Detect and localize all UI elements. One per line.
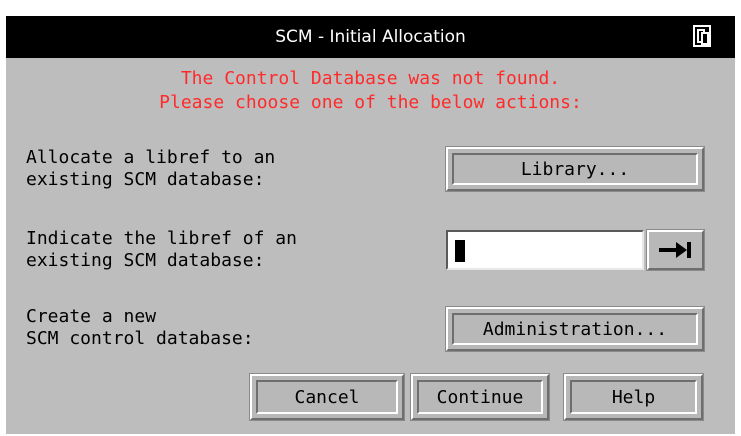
continue-button[interactable]: Continue (410, 373, 550, 421)
window-title: SCM - Initial Allocation (275, 27, 466, 47)
initial-allocation-dialog: SCM - Initial Allocation The Control Dat… (6, 16, 735, 434)
arrow-to-bar-right-icon (658, 242, 691, 258)
indicate-label-line-1: Indicate the libref of an (26, 228, 297, 249)
allocate-label-line-1: Allocate a libref to an (26, 147, 276, 168)
help-button[interactable]: Help (563, 373, 704, 421)
cancel-button[interactable]: Cancel (249, 373, 405, 421)
continue-button-label: Continue (417, 380, 543, 414)
create-label-line-1: Create a new (26, 306, 157, 327)
error-message-line-1: The Control Database was not found. (180, 68, 561, 89)
indicate-label-line-2: existing SCM database: (26, 250, 265, 271)
error-message-line-2: Please choose one of the below actions: (159, 92, 582, 113)
administration-button-label: Administration... (452, 313, 698, 345)
text-cursor (455, 240, 465, 262)
help-button-label: Help (570, 380, 697, 414)
administration-button[interactable]: Administration... (445, 306, 705, 352)
cancel-button-label: Cancel (256, 380, 398, 414)
go-button[interactable] (646, 229, 705, 271)
allocate-label-line-2: existing SCM database: (26, 169, 265, 190)
library-button[interactable]: Library... (445, 146, 705, 192)
create-label-line-2: SCM control database: (26, 328, 254, 349)
title-bar[interactable]: SCM - Initial Allocation (6, 16, 735, 58)
window-menu-icon[interactable] (693, 25, 711, 47)
library-button-label: Library... (452, 153, 698, 185)
libref-input[interactable] (446, 230, 644, 270)
